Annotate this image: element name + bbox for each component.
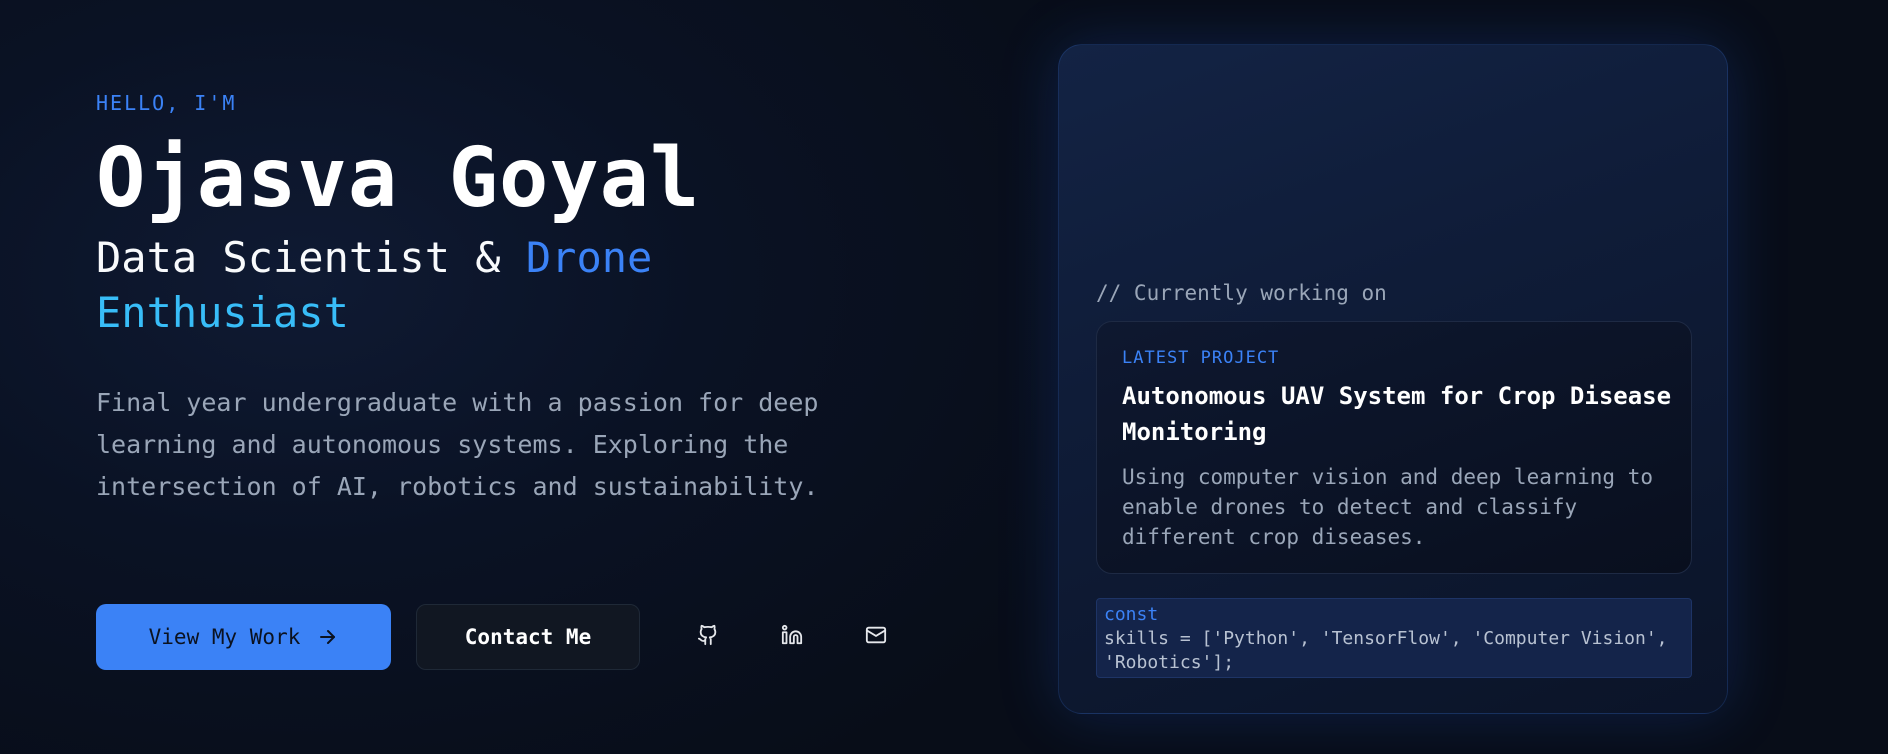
view-my-work-label: View My Work: [148, 625, 301, 649]
working-label: // Currently working on: [1096, 281, 1387, 305]
hero-bio: Final year undergraduate with a passion …: [96, 388, 819, 501]
code-keyword: const: [1104, 604, 1159, 625]
role-accent-drone: Drone: [525, 233, 653, 282]
mail-icon: [865, 624, 887, 650]
skills-code-snippet: const skills = ['Python', 'TensorFlow', …: [1096, 598, 1692, 678]
hero-name: Ojasva Goyal: [96, 131, 701, 226]
hero-role: Data Scientist & Drone Enthusiast: [96, 230, 816, 340]
latest-project-card[interactable]: LATEST PROJECT Autonomous UAV System for…: [1096, 321, 1692, 574]
social-links: [666, 604, 918, 670]
hero-actions: View My Work Contact Me: [96, 604, 918, 670]
project-tag: LATEST PROJECT: [1122, 348, 1280, 368]
project-description: Using computer vision and deep learning …: [1122, 465, 1654, 549]
project-title: Autonomous UAV System for Crop Disease M…: [1122, 382, 1672, 446]
contact-me-button[interactable]: Contact Me: [416, 604, 640, 670]
greeting: HELLO, I'M: [96, 91, 237, 115]
email-link[interactable]: [834, 604, 918, 670]
arrow-right-icon: [318, 627, 338, 647]
linkedin-icon: [781, 624, 803, 650]
current-work-card: // Currently working on LATEST PROJECT A…: [1058, 44, 1728, 714]
role-prefix: Data Scientist &: [96, 233, 501, 282]
role-accent-enthusiast: Enthusiast: [96, 288, 349, 337]
view-my-work-button[interactable]: View My Work: [96, 604, 391, 670]
code-line: skills = ['Python', 'TensorFlow', 'Compu…: [1104, 628, 1668, 673]
linkedin-link[interactable]: [750, 604, 834, 670]
github-link[interactable]: [666, 604, 750, 670]
github-icon: [697, 624, 719, 650]
hero-section: HELLO, I'M Ojasva Goyal Data Scientist &…: [96, 90, 916, 508]
